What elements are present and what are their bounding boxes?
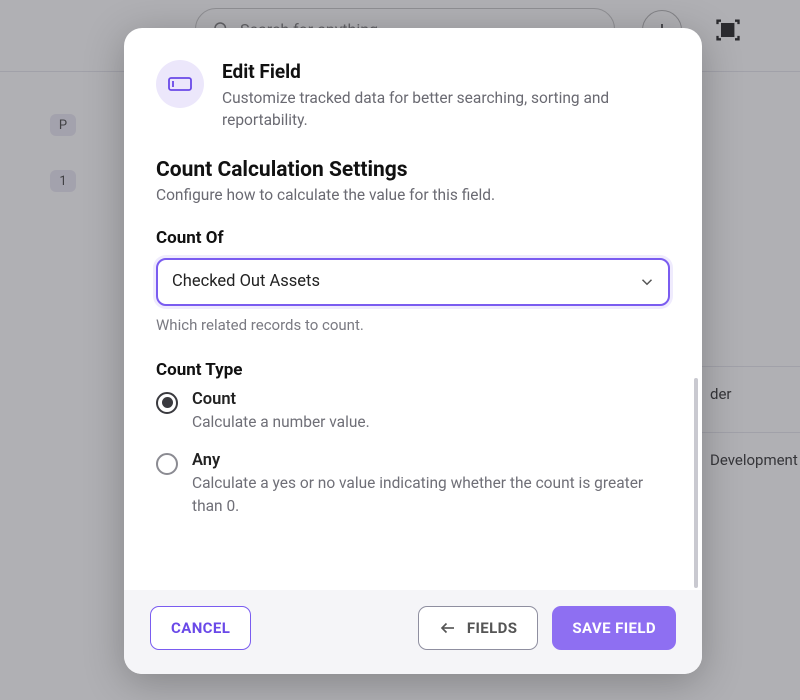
cancel-button[interactable]: CANCEL [150, 606, 251, 650]
field-icon-wrap [156, 60, 204, 108]
modal-header-text: Edit Field Customize tracked data for be… [222, 60, 670, 132]
radio-label: Count [192, 390, 370, 409]
section-title: Count Calculation Settings [156, 158, 670, 182]
field-icon [167, 73, 193, 95]
count-type-group: Count Calculate a number value. Any Calc… [156, 390, 670, 517]
modal-header: Edit Field Customize tracked data for be… [156, 60, 670, 132]
modal-body: Edit Field Customize tracked data for be… [124, 28, 702, 590]
count-of-label: Count Of [156, 228, 670, 248]
section-subtitle: Configure how to calculate the value for… [156, 186, 670, 204]
radio-text: Count Calculate a number value. [192, 390, 370, 433]
scrollbar-thumb[interactable] [694, 378, 698, 588]
count-of-value: Checked Out Assets [172, 272, 320, 291]
fields-button[interactable]: FIELDS [418, 606, 539, 650]
radio-text: Any Calculate a yes or no value indicati… [192, 451, 670, 517]
radio-dot-icon [162, 397, 173, 408]
count-of-select-wrap: Checked Out Assets [156, 258, 670, 306]
count-type-label: Count Type [156, 360, 670, 380]
count-type-option-count[interactable]: Count Calculate a number value. [156, 390, 670, 433]
edit-field-modal: Edit Field Customize tracked data for be… [124, 28, 702, 674]
radio-description: Calculate a yes or no value indicating w… [192, 472, 670, 517]
radio-label: Any [192, 451, 670, 470]
arrow-left-icon [439, 619, 457, 637]
modal-title: Edit Field [222, 60, 670, 83]
save-field-button[interactable]: SAVE FIELD [552, 606, 676, 650]
radio-button-unselected [156, 453, 178, 475]
modal-footer: CANCEL FIELDS SAVE FIELD [124, 590, 702, 674]
modal-subtitle: Customize tracked data for better search… [222, 87, 670, 132]
count-of-help: Which related records to count. [156, 316, 670, 334]
radio-description: Calculate a number value. [192, 411, 370, 433]
count-type-option-any[interactable]: Any Calculate a yes or no value indicati… [156, 451, 670, 517]
count-of-select[interactable]: Checked Out Assets [156, 258, 670, 306]
radio-button-selected [156, 392, 178, 414]
